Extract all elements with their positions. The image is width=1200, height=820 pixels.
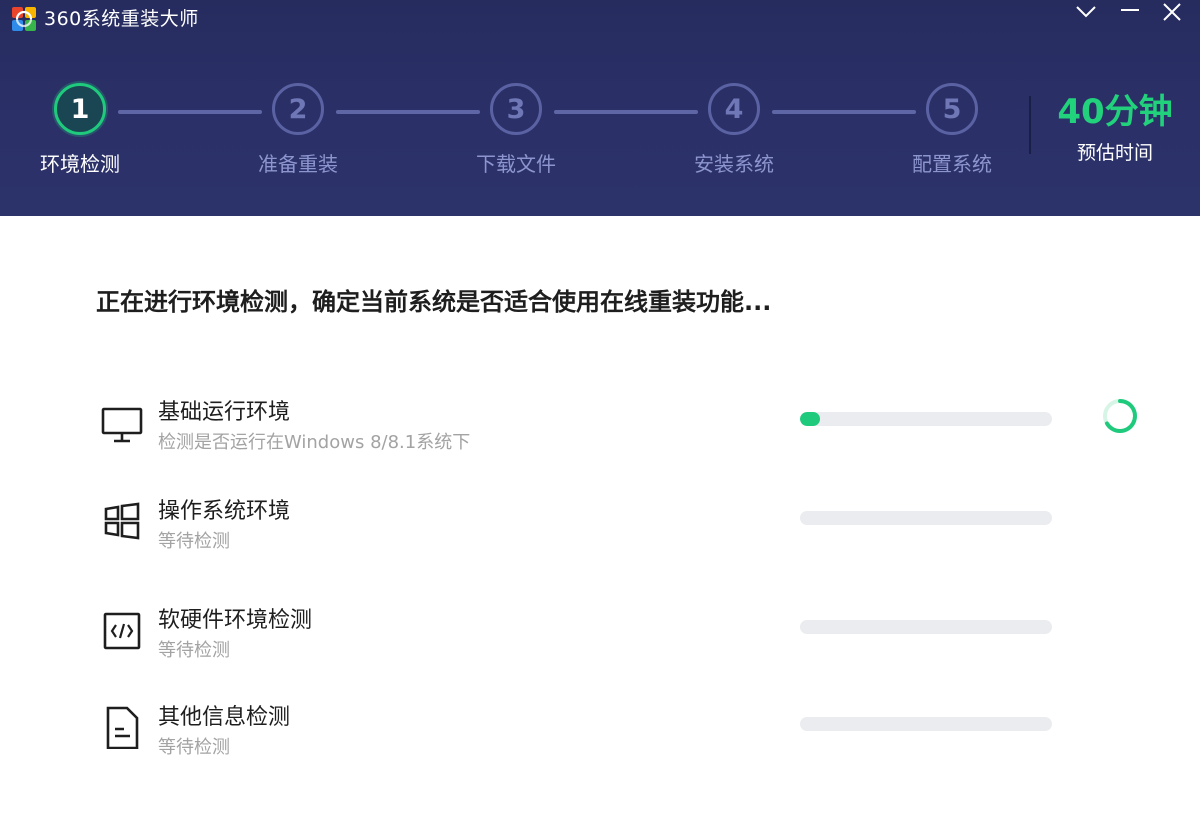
minimize-icon	[1121, 9, 1139, 11]
check-title: 操作系统环境	[158, 499, 291, 524]
check-title: 基础运行环境	[158, 400, 291, 425]
step-3-circle: 3	[490, 83, 542, 135]
eta-divider	[1029, 96, 1031, 154]
check-status: 检测是否运行在Windows 8/8.1系统下	[158, 432, 471, 453]
eta-value: 40分钟	[1057, 92, 1173, 132]
step-2-circle: 2	[272, 83, 324, 135]
step-1-circle: 1	[54, 83, 106, 135]
step-5-label: 配置系统	[912, 152, 992, 176]
progress-fill	[800, 412, 821, 426]
check-status: 等待检测	[158, 737, 230, 758]
step-1-label: 环境检测	[40, 152, 120, 176]
step-connector	[118, 110, 262, 114]
app-logo-icon	[12, 7, 36, 31]
check-item-os-env: 操作系统环境 等待检测	[0, 497, 1200, 577]
eta-label: 预估时间	[1076, 142, 1153, 164]
document-icon	[106, 706, 139, 749]
loading-spinner-icon	[1103, 399, 1137, 433]
check-item-hw-sw-env: 软硬件环境检测 等待检测	[0, 606, 1200, 686]
step-connector	[554, 110, 698, 114]
step-4-circle: 4	[708, 83, 760, 135]
progress-bar	[800, 511, 1052, 525]
step-3-label: 下载文件	[476, 152, 556, 176]
progress-bar	[800, 717, 1052, 731]
progress-bar	[800, 412, 1052, 426]
step-connector	[772, 110, 916, 114]
check-item-basic-env: 基础运行环境 检测是否运行在Windows 8/8.1系统下	[0, 398, 1200, 478]
code-icon	[103, 612, 141, 650]
close-icon	[1163, 3, 1181, 21]
close-button[interactable]	[1152, 0, 1192, 26]
check-status: 等待检测	[158, 531, 230, 552]
check-status: 等待检测	[158, 640, 230, 661]
step-4-label: 安装系统	[694, 152, 774, 176]
check-title: 其他信息检测	[158, 705, 291, 730]
header: 360系统重装大师 1 2 3 4 5 环境检测 准备重装 下载文件 安装系统 …	[0, 0, 1200, 216]
windows-icon	[104, 502, 140, 540]
check-item-other-info: 其他信息检测 等待检测	[0, 703, 1200, 783]
check-title: 软硬件环境检测	[158, 608, 313, 633]
minimize-button[interactable]	[1110, 0, 1150, 26]
dropdown-button[interactable]	[1066, 0, 1106, 26]
progress-bar	[800, 620, 1052, 634]
chevron-down-icon	[1076, 6, 1096, 18]
step-connector	[336, 110, 480, 114]
monitor-icon	[101, 407, 143, 443]
page-headline: 正在进行环境检测，确定当前系统是否适合使用在线重装功能...	[96, 288, 772, 316]
step-2-label: 准备重装	[258, 152, 338, 176]
app-title: 360系统重装大师	[44, 8, 199, 30]
step-5-circle: 5	[926, 83, 978, 135]
